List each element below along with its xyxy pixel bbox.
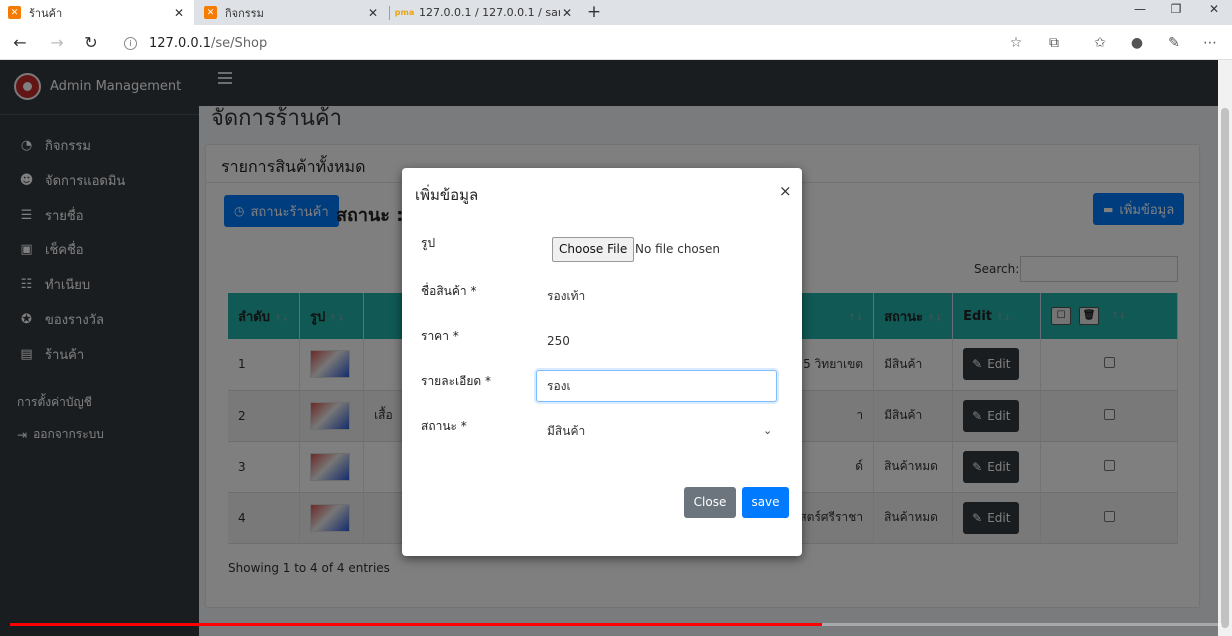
url-path: /se/Shop: [211, 35, 268, 51]
minimize-icon[interactable]: —: [1122, 0, 1158, 20]
phpmyadmin-favicon-icon: pma: [394, 8, 415, 17]
tab-shop[interactable]: ✕ ร้านค้า ✕: [0, 0, 194, 25]
maximize-icon[interactable]: ❐: [1158, 0, 1194, 20]
name-label: ชื่อสินค้า *: [421, 284, 477, 298]
tab-close-icon[interactable]: ✕: [366, 6, 380, 20]
price-field[interactable]: 250: [536, 325, 777, 357]
scrollbar-thumb[interactable]: [1221, 108, 1229, 628]
xampp-favicon-icon: ✕: [204, 6, 217, 19]
video-progress-bar[interactable]: [10, 623, 1222, 626]
tab-close-icon[interactable]: ✕: [560, 6, 574, 20]
modal-title: เพิ่มข้อมูล: [415, 186, 479, 204]
status-label: สถานะ *: [421, 419, 467, 433]
save-button[interactable]: save: [742, 487, 789, 518]
new-tab-icon[interactable]: +: [584, 2, 604, 22]
window-close-icon[interactable]: ✕: [1196, 0, 1232, 20]
status-select[interactable]: มีสินค้า: [536, 415, 777, 447]
tab-title: ร้านค้า: [29, 6, 63, 20]
refresh-icon[interactable]: ↻: [80, 32, 102, 54]
forward-icon[interactable]: →: [46, 32, 68, 54]
price-label: ราคา *: [421, 329, 459, 343]
tab-title: 127.0.0.1 / 127.0.0.1 / samosyste: [419, 6, 560, 19]
detail-field[interactable]: รองเ: [536, 370, 777, 402]
tab-activity[interactable]: ✕ กิจกรรม ✕: [196, 0, 388, 25]
extension-icon[interactable]: ⧉: [1044, 33, 1064, 53]
profile-icon[interactable]: ●: [1127, 33, 1147, 53]
more-icon[interactable]: ⋯: [1200, 33, 1220, 53]
favorite-star-icon[interactable]: ☆: [1006, 33, 1026, 53]
favorites-icon[interactable]: ✩: [1090, 33, 1110, 53]
browser-tab-bar: ✕ ร้านค้า ✕ ✕ กิจกรรม ✕ pma 127.0.0.1 / …: [0, 0, 1232, 25]
page-scrollbar[interactable]: [1218, 60, 1232, 636]
back-icon[interactable]: ←: [9, 32, 31, 54]
file-status-text: No file chosen: [635, 242, 721, 256]
tab-close-icon[interactable]: ✕: [172, 6, 186, 20]
site-info-icon[interactable]: i: [124, 36, 137, 50]
detail-label: รายละเอียด *: [421, 374, 491, 388]
video-progress-fill: [10, 623, 823, 626]
image-label: รูป: [421, 236, 436, 250]
chevron-down-icon[interactable]: ⌄: [763, 424, 772, 437]
modal-close-icon[interactable]: ×: [779, 182, 792, 200]
tab-phpmyadmin[interactable]: pma 127.0.0.1 / 127.0.0.1 / samosyste ✕: [390, 0, 582, 25]
add-data-modal: เพิ่มข้อมูล × รูป Choose File No file ch…: [402, 168, 802, 556]
close-button[interactable]: Close: [684, 487, 736, 518]
xampp-favicon-icon: ✕: [8, 6, 21, 19]
product-name-field[interactable]: รองเท้า: [536, 280, 777, 312]
url-field[interactable]: i 127.0.0.1/se/Shop: [124, 34, 267, 52]
choose-file-button[interactable]: Choose File: [552, 237, 635, 262]
url-host: 127.0.0.1: [149, 35, 212, 51]
address-bar: ← → ↻ i 127.0.0.1/se/Shop ☆ ⧉ ✩ ● ✎ ⋯: [0, 25, 1232, 60]
feedback-icon[interactable]: ✎: [1164, 33, 1184, 53]
tab-title: กิจกรรม: [225, 6, 264, 20]
